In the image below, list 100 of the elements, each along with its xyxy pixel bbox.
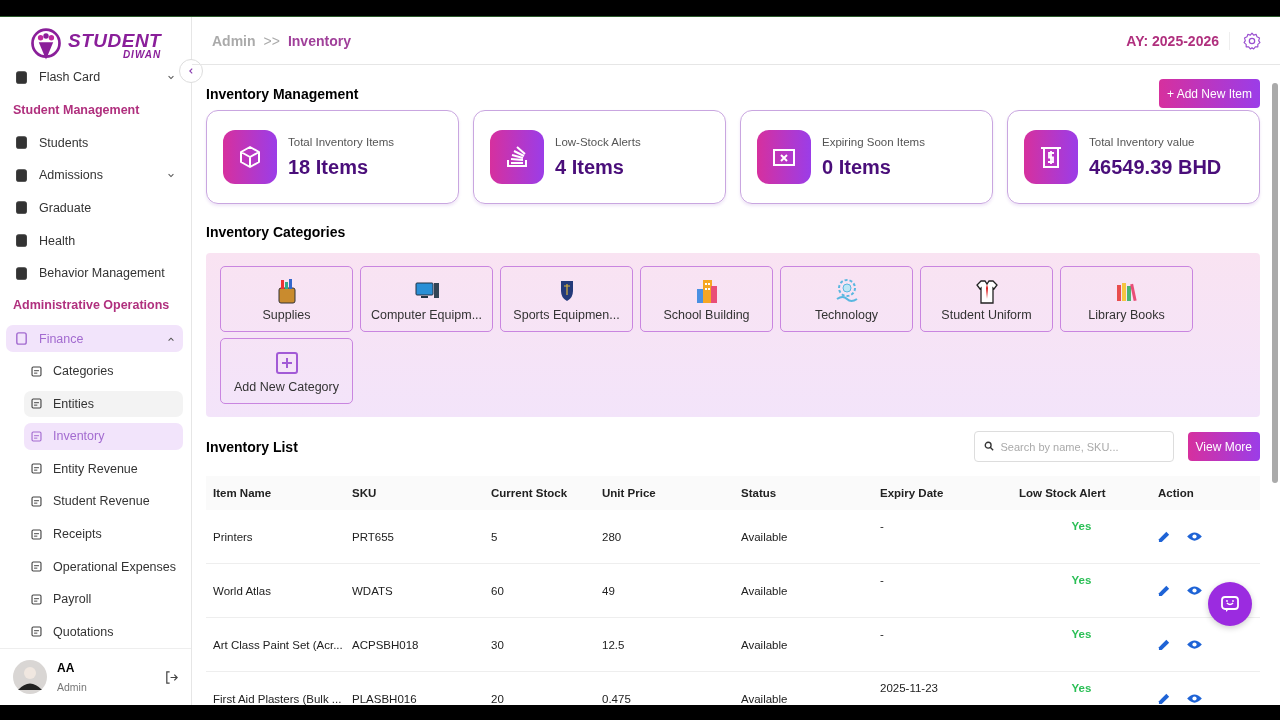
view-icon[interactable] [1186,531,1204,543]
sidebar-subitem[interactable]: Categories [24,357,183,385]
page-title: Inventory Management [206,85,359,102]
table-cell: - [873,510,1012,564]
menu-item-icon [14,265,29,281]
sidebar-subitem[interactable]: Payroll [24,585,183,613]
column-header: Low Stock Alert [1012,476,1151,510]
stat-value: 18 Items [288,155,370,179]
column-header: Item Name [206,476,345,510]
column-header: Expiry Date [873,476,1012,510]
stat-label: Total Inventory value [1089,135,1196,148]
menu-item-icon [30,494,43,508]
table-cell: 49 [595,563,734,618]
column-header: Action [1151,476,1260,510]
add-item-button[interactable]: + Add New Item [1158,79,1260,108]
sidebar-subitem[interactable]: Operational Expenses [24,553,183,580]
table-cell: ACPSBH018 [345,617,484,672]
table-cell: Available [734,617,873,672]
menu-item-icon [30,527,43,541]
table-cell: 12.5 [595,617,734,672]
sidebar-section-title: Student Management [12,101,141,119]
category-tile[interactable]: School Building [640,266,773,332]
menu-item-icon [14,135,29,151]
category-tile[interactable]: Add New Category [220,338,353,404]
sidebar-subitem[interactable]: Quotations [24,618,183,645]
low-stock-alert: Yes [1012,563,1151,618]
menu-item-icon [14,200,29,216]
sidebar-subitem[interactable]: Receipts [24,520,183,548]
table-cell: WDATS [345,563,484,618]
category-tile[interactable]: Library Books [1060,266,1193,332]
edit-icon[interactable] [1158,638,1171,652]
table-cell: - [873,563,1012,618]
sidebar-item[interactable]: Students [6,129,183,157]
table-cell: Art Class Paint Set (Acr... [206,617,345,672]
menu-item-icon [30,592,43,606]
view-icon[interactable] [1186,585,1204,597]
section-title: Inventory Categories [206,224,347,240]
breadcrumb-current: Inventory [287,32,351,49]
sidebar-item[interactable]: Flash Card [6,64,183,91]
section-title: Inventory List [206,438,298,455]
stat-value: 0 Items [822,155,892,179]
sidebar-item[interactable]: Graduate [6,194,183,222]
chat-icon [1220,594,1240,614]
menu-item-icon [30,462,43,476]
chevron-left-icon [187,67,195,75]
stat-value: 4 Items [555,155,625,179]
table-cell: - [873,617,1012,672]
table-cell: 5 [484,510,595,564]
view-icon[interactable] [1186,693,1204,705]
table-cell: Available [734,510,873,564]
category-tile[interactable]: Technology [780,266,913,332]
cube-icon [223,130,277,184]
sidebar-item[interactable]: Behavior Management [6,259,183,287]
logout-icon[interactable] [164,669,179,685]
avatar [13,660,47,694]
menu-item-icon [14,167,29,183]
search-field[interactable]: Search by name, SKU... [973,431,1174,462]
sidebar-section-title: Administrative Operations [12,297,171,315]
category-tile[interactable]: Sports Equipmen... [500,266,633,332]
table-cell: 280 [595,510,734,564]
column-header: SKU [345,476,484,510]
menu-item-icon [14,233,29,249]
sidebar-item[interactable]: Health [6,227,183,254]
table-cell: 60 [484,563,595,618]
stat-label: Total Inventory Items [288,135,395,148]
x-box-icon [757,130,811,184]
table-cell: 30 [484,617,595,672]
table-cell: World Atlas [206,563,345,618]
breadcrumb-separator: >> [263,32,280,49]
category-tile[interactable]: Student Uniform [920,266,1053,332]
low-stock-alert: Yes [1012,510,1151,564]
edit-icon[interactable] [1158,584,1171,598]
stat-value: 46549.39 BHD [1089,155,1222,179]
academic-year: AY: 2025-2026 [1126,32,1219,49]
money-icon [1024,130,1078,184]
user-name: AA [57,661,76,675]
edit-icon[interactable] [1158,530,1171,544]
sidebar-item[interactable]: Admissions [6,162,183,189]
sidebar-subitem[interactable]: Entity Revenue [24,455,183,483]
category-tile[interactable]: Supplies [220,266,353,332]
menu-item-icon [30,560,43,574]
sidebar-subitem[interactable]: Student Revenue [24,488,183,515]
column-header: Unit Price [595,476,734,510]
logo-text: STUDENT [68,30,162,50]
stat-label: Low-Stock Alerts [555,135,641,148]
menu-item-icon [30,397,43,411]
table-cell: Available [734,563,873,618]
menu-item-icon [30,364,43,378]
stat-label: Expiring Soon Items [822,135,925,148]
column-header: Status [734,476,873,510]
menu-item-icon [14,331,29,347]
view-more-button[interactable]: View More [1187,432,1260,461]
low-stock-alert: Yes [1012,617,1151,672]
sidebar-subitem[interactable]: Entities [24,390,183,418]
category-tile[interactable]: Computer Equipm... [360,266,493,332]
view-icon[interactable] [1186,639,1204,651]
chat-button[interactable] [1208,582,1252,626]
menu-item-icon [14,69,29,85]
table-cell: PRT655 [345,510,484,564]
logo-subtext: DIWAN [122,49,162,60]
